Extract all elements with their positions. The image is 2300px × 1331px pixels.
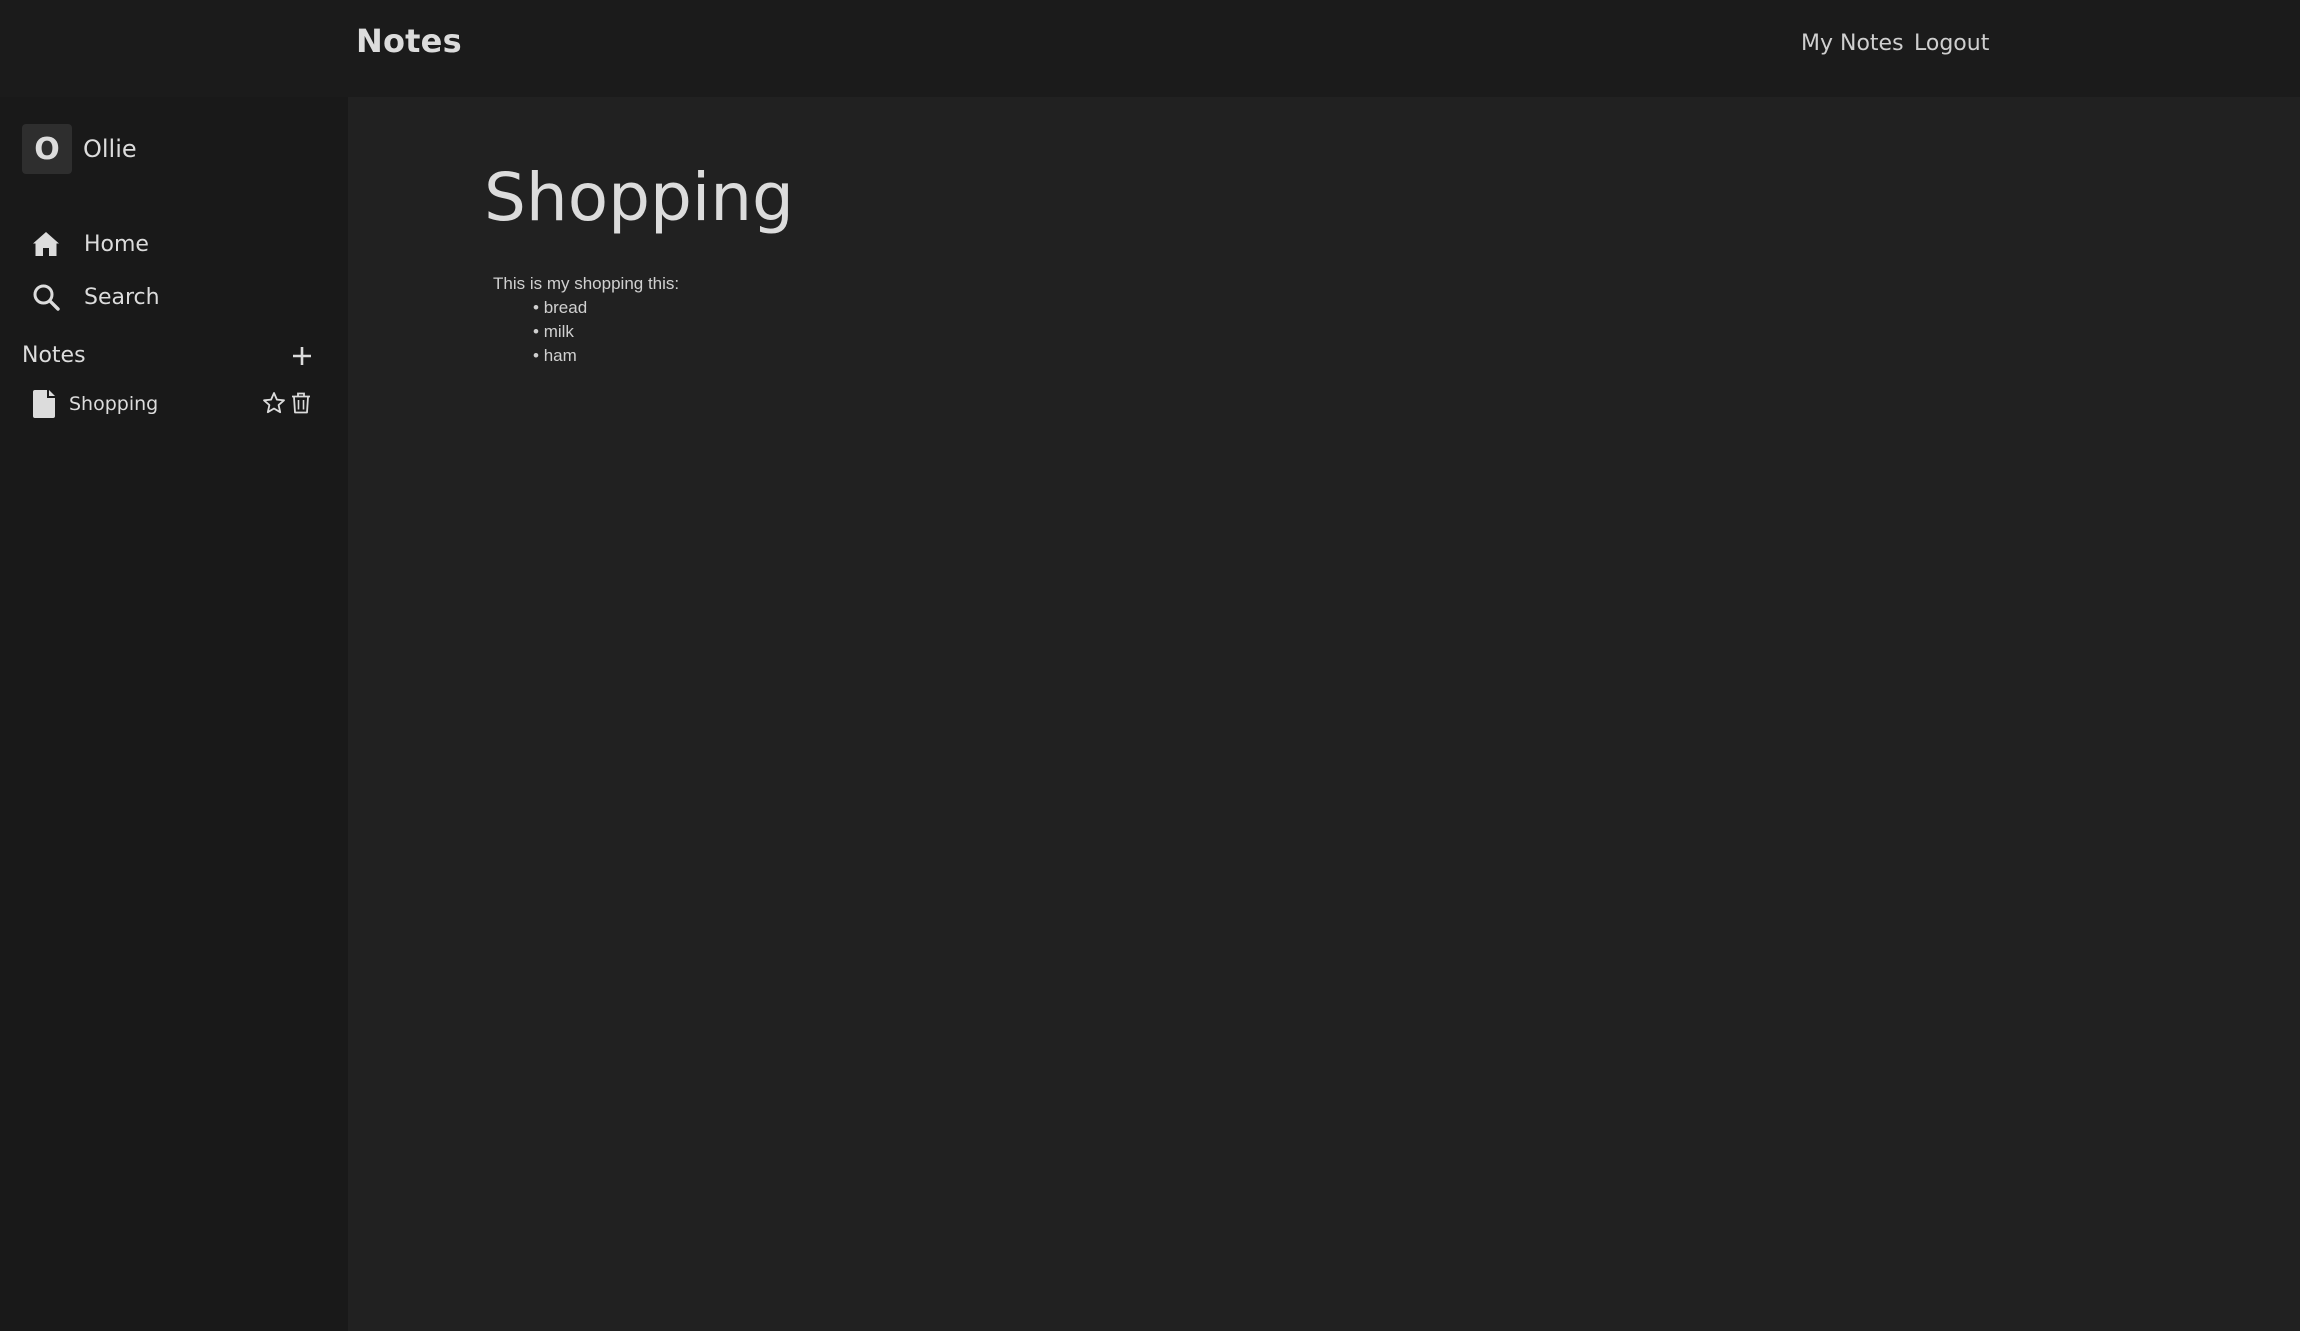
sidebar-item-home[interactable]: Home: [30, 226, 149, 262]
avatar: O: [22, 124, 72, 174]
note-body: This is my shopping this: bread milk ham: [493, 272, 679, 368]
list-item: milk: [533, 320, 679, 344]
trash-icon: [292, 392, 310, 414]
note-list-item[interactable]: Shopping: [32, 388, 316, 420]
sidebar-item-search[interactable]: Search: [30, 279, 160, 315]
list-item: bread: [533, 296, 679, 320]
plus-icon: [293, 347, 311, 365]
shopping-list: bread milk ham: [493, 296, 679, 368]
add-note-button[interactable]: [288, 342, 316, 370]
note-intro-text: This is my shopping this:: [493, 274, 680, 293]
note-title[interactable]: Shopping: [69, 393, 158, 415]
list-item: ham: [533, 344, 679, 368]
brand-title[interactable]: Notes: [356, 22, 462, 60]
search-icon: [30, 281, 62, 313]
user-profile[interactable]: O Ollie: [22, 124, 137, 174]
delete-note-button[interactable]: [289, 391, 313, 415]
logout-link[interactable]: Logout: [1914, 31, 1989, 56]
sidebar-item-label: Home: [84, 231, 149, 257]
star-icon: [263, 392, 285, 414]
my-notes-link[interactable]: My Notes: [1801, 31, 1904, 56]
home-icon: [30, 228, 62, 260]
notes-section-title: Notes: [22, 343, 86, 368]
favorite-button[interactable]: [262, 391, 286, 415]
notes-section-header: Notes: [22, 340, 316, 372]
user-name: Ollie: [83, 135, 137, 163]
sidebar-item-label: Search: [84, 284, 160, 310]
page-title: Shopping: [484, 159, 794, 236]
top-navbar: Notes My Notes Logout: [0, 0, 2300, 97]
document-icon: [33, 390, 55, 418]
